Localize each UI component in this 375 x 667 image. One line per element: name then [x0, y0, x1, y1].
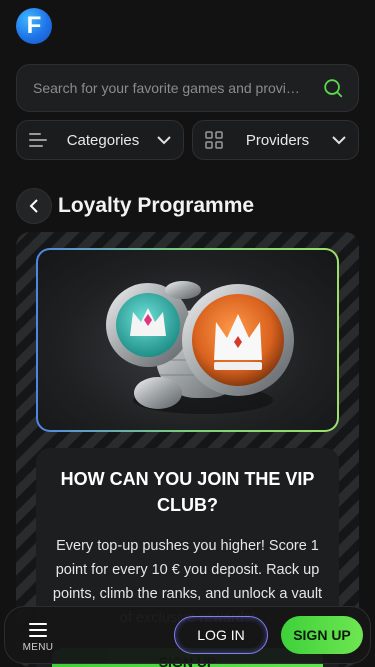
vip-heading: HOW CAN YOU JOIN THE VIP CLUB? — [60, 469, 315, 515]
signup-button[interactable]: SIGN UP — [281, 616, 363, 654]
brand-logo[interactable]: F — [16, 8, 52, 44]
categories-label: Categories — [66, 131, 140, 149]
providers-dropdown[interactable]: Providers — [192, 120, 359, 160]
page-header: Loyalty Programme — [16, 188, 254, 224]
hero-banner — [36, 248, 339, 432]
providers-label: Providers — [245, 131, 310, 149]
brand-logo-letter: F — [26, 12, 42, 39]
loyalty-promo-panel: HOW CAN YOU JOIN THE VIP CLUB? Every top… — [16, 232, 359, 667]
hamburger-icon — [29, 622, 47, 637]
back-button[interactable] — [16, 188, 52, 224]
coins-illustration — [106, 281, 294, 414]
menu-label: MENU — [22, 641, 54, 653]
search-bar[interactable] — [16, 64, 359, 112]
categories-icon — [29, 133, 47, 147]
categories-dropdown[interactable]: Categories — [16, 120, 184, 160]
chevron-down-icon — [157, 136, 171, 145]
menu-button[interactable]: MENU — [5, 618, 71, 653]
search-icon[interactable] — [322, 77, 344, 99]
chevron-left-icon — [29, 199, 38, 213]
chevron-down-icon — [332, 136, 346, 145]
bottom-navigation: MENU LOG IN SIGN UP — [4, 606, 371, 664]
search-input[interactable] — [33, 80, 322, 96]
grid-icon — [205, 131, 223, 149]
page-title: Loyalty Programme — [58, 194, 255, 217]
login-button[interactable]: LOG IN — [174, 616, 268, 654]
